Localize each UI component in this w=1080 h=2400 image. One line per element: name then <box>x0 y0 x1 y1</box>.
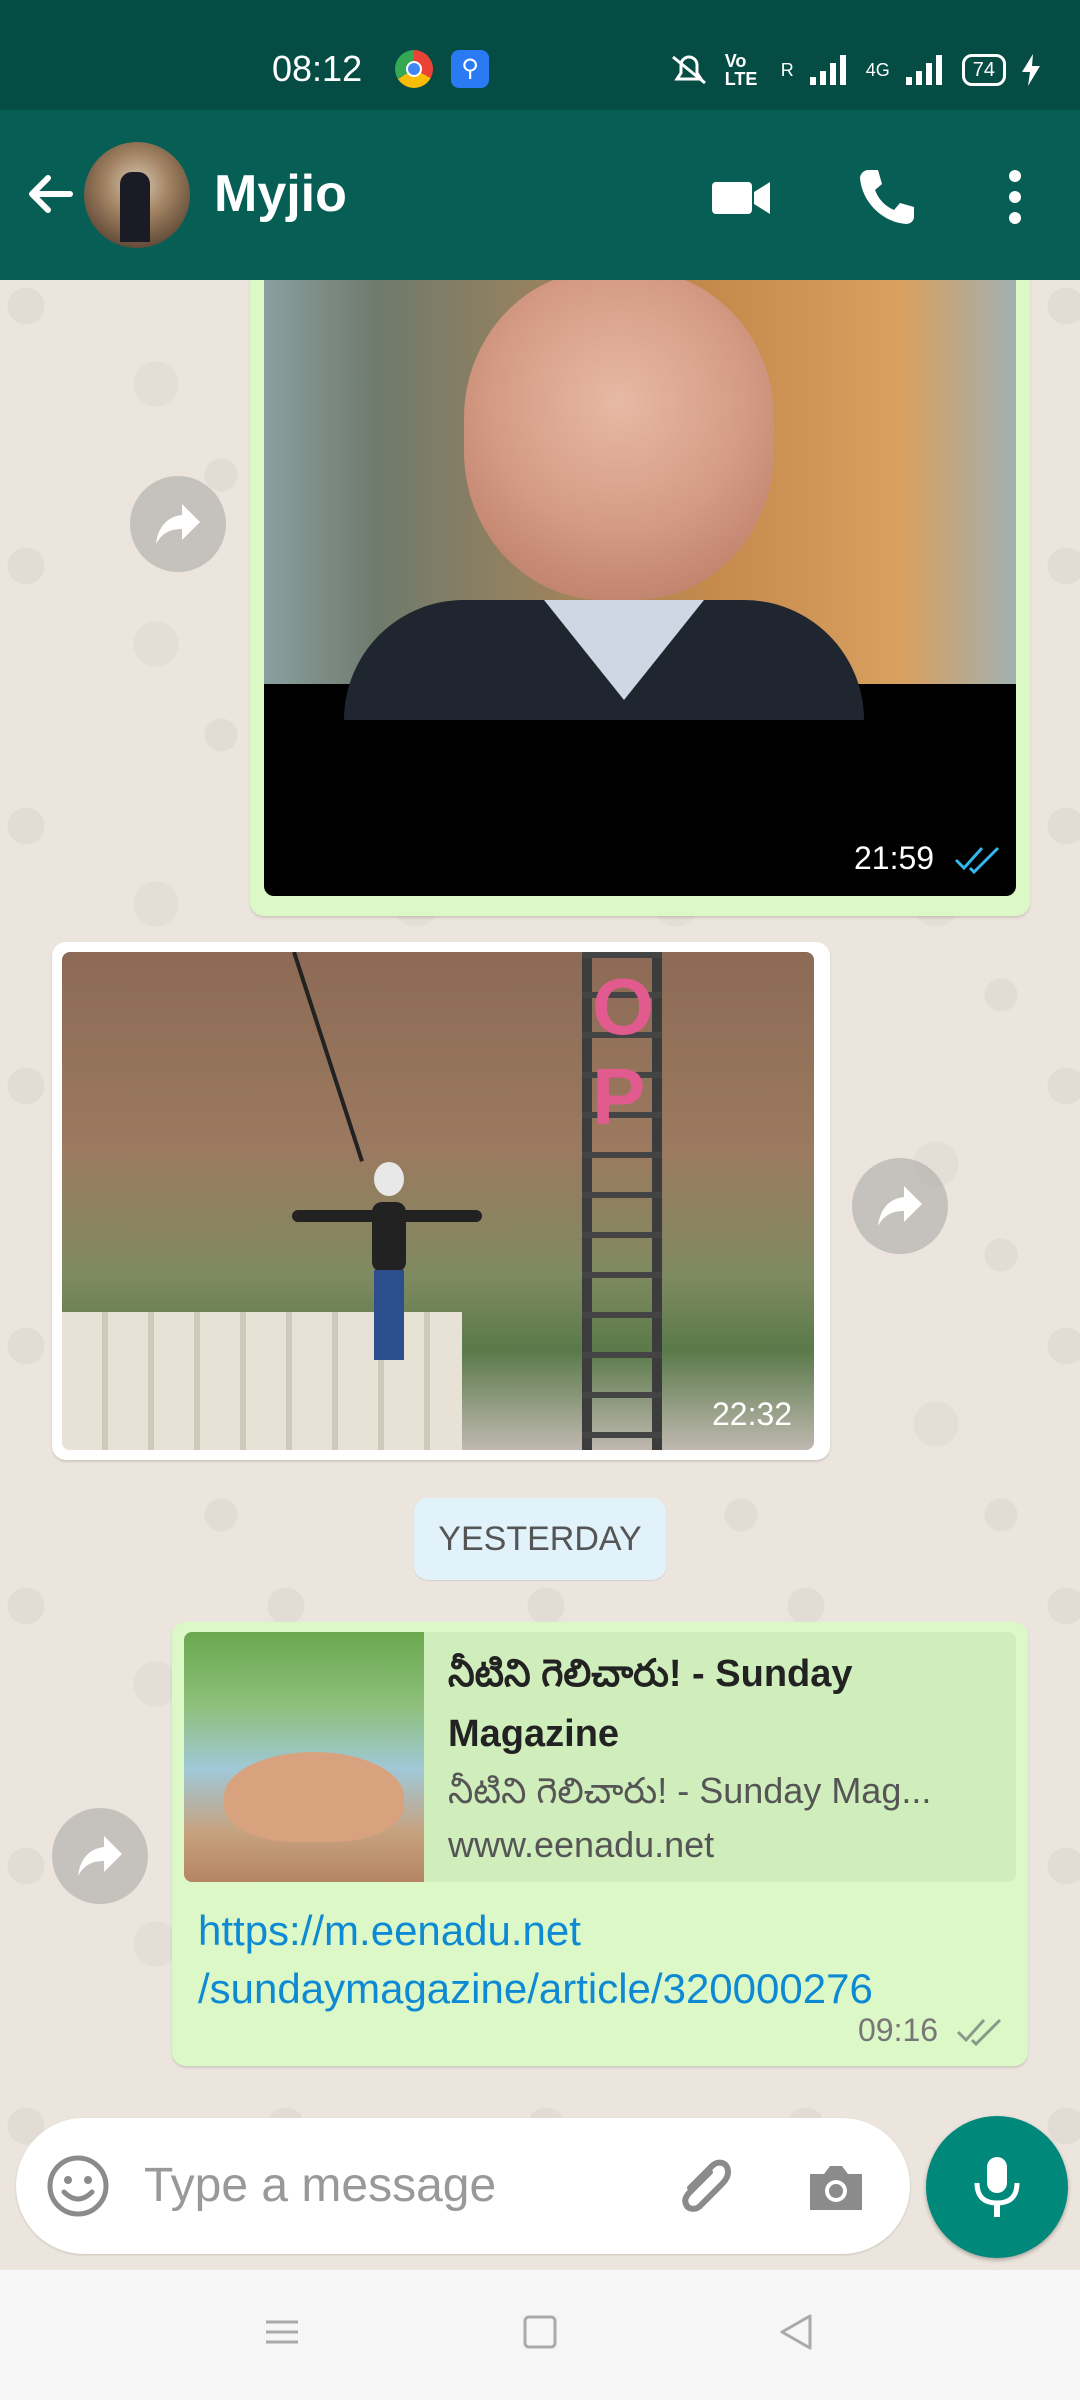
back-icon[interactable] <box>776 2312 816 2352</box>
avatar[interactable] <box>84 142 190 248</box>
message-list[interactable]: 21:59 OP 22:32 YESTERDAY నీటిని గెలిచారు… <box>0 280 1080 2170</box>
system-navigation-bar <box>0 2270 1080 2400</box>
volte-label: Vo LTE <box>724 51 758 89</box>
photo-sign-text: OP <box>592 962 655 1141</box>
link-preview-title: నీటిని గెలిచారు! - Sunday Magazine <box>448 1653 853 1755</box>
video-call-icon[interactable] <box>706 162 776 232</box>
usb-icon: ⚲ <box>451 50 489 88</box>
emoji-icon[interactable] <box>46 2154 110 2218</box>
forward-icon[interactable] <box>130 476 226 572</box>
forward-icon[interactable] <box>852 1158 948 1254</box>
more-options-icon[interactable] <box>980 162 1050 232</box>
status-indicators: Vo LTE R 4G 74 <box>669 52 1040 88</box>
message-input[interactable]: Type a message <box>144 2158 496 2213</box>
mute-icon <box>671 55 706 85</box>
battery-indicator: 74 <box>961 54 1006 86</box>
message-photo[interactable]: OP 22:32 <box>62 952 814 1450</box>
back-arrow-icon[interactable] <box>22 166 78 222</box>
read-receipt-icon <box>954 846 1000 874</box>
camera-icon[interactable] <box>804 2156 868 2220</box>
message-photo[interactable]: 21:59 <box>264 280 1016 896</box>
roaming-label: R <box>780 59 794 80</box>
link-preview-description: నీటిని గెలిచారు! - Sunday Mag... <box>448 1770 932 1811</box>
link-preview-card[interactable]: నీటిని గెలిచారు! - Sunday Magazine నీటిన… <box>184 1632 1016 1882</box>
message-composer: Type a message <box>16 2118 910 2254</box>
message-time: 22:32 <box>712 1396 793 1432</box>
image-message-outgoing[interactable]: 21:59 <box>250 280 1030 916</box>
voice-message-button[interactable] <box>926 2116 1068 2258</box>
microphone-icon <box>974 2157 1020 2217</box>
contact-name[interactable]: Myjio <box>214 164 347 224</box>
chrome-icon <box>395 50 433 88</box>
chat-header: Myjio <box>0 110 1080 280</box>
message-time: 09:16 <box>858 2012 939 2048</box>
link-preview-thumbnail <box>184 1632 424 1882</box>
status-notification-icons: ⚲ <box>395 50 489 88</box>
link-preview-domain: www.eenadu.net <box>448 1824 715 1865</box>
image-message-incoming[interactable]: OP 22:32 <box>52 942 830 1460</box>
forward-icon[interactable] <box>52 1808 148 1904</box>
network-type-label: 4G <box>865 59 890 80</box>
date-separator: YESTERDAY <box>414 1498 666 1580</box>
message-time: 21:59 <box>854 840 935 876</box>
signal-icon-2 <box>905 55 942 85</box>
message-link[interactable]: https://m.eenadu.net /sundaymagazine/art… <box>198 1902 1028 2018</box>
status-bar: 08:12 ⚲ Vo LTE R 4G 74 <box>0 0 1080 110</box>
link-message-outgoing[interactable]: నీటిని గెలిచారు! - Sunday Magazine నీటిన… <box>172 1622 1028 2066</box>
charging-icon <box>1022 54 1040 86</box>
home-icon[interactable] <box>520 2312 560 2352</box>
voice-call-icon[interactable] <box>852 162 922 232</box>
menu-icon[interactable] <box>262 2312 302 2352</box>
signal-icon <box>809 55 846 85</box>
delivered-receipt-icon <box>956 2018 1002 2046</box>
attach-icon[interactable] <box>670 2152 740 2222</box>
status-time: 08:12 <box>272 48 363 89</box>
